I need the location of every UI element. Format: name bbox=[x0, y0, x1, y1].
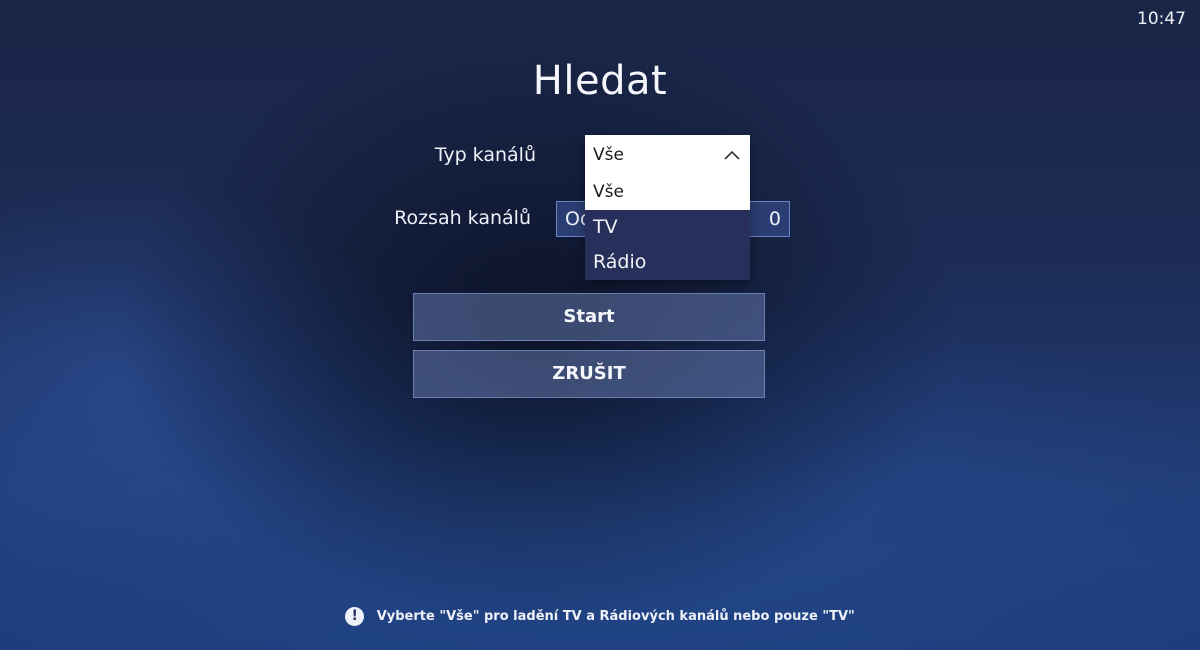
info-icon: ! bbox=[345, 607, 365, 626]
hint-text: Vyberte "Vše" pro ladění TV a Rádiových … bbox=[376, 609, 855, 624]
chevron-up-icon[interactable] bbox=[722, 135, 742, 175]
hint-bar: ! Vyberte "Vše" pro ladění TV a Rádiovýc… bbox=[0, 607, 1200, 626]
cancel-button[interactable]: ZRUŠIT bbox=[413, 350, 765, 398]
clock: 10:47 bbox=[1137, 9, 1186, 29]
page-title: Hledat bbox=[532, 58, 668, 104]
start-button[interactable]: Start bbox=[413, 293, 765, 341]
channel-type-selected-value: Vše bbox=[593, 145, 624, 165]
dropdown-option-vse[interactable]: Vše bbox=[585, 175, 750, 210]
channel-type-dropdown[interactable]: Vše Vše TV Rádio bbox=[585, 135, 750, 280]
dropdown-option-tv[interactable]: TV bbox=[585, 210, 750, 245]
channel-range-label: Rozsah kanálů bbox=[394, 207, 531, 229]
channel-range-end-value: 0 bbox=[768, 208, 781, 230]
channel-type-label: Typ kanálů bbox=[434, 144, 536, 166]
channel-type-selected[interactable]: Vše bbox=[585, 135, 750, 175]
dropdown-option-radio[interactable]: Rádio bbox=[585, 245, 750, 280]
